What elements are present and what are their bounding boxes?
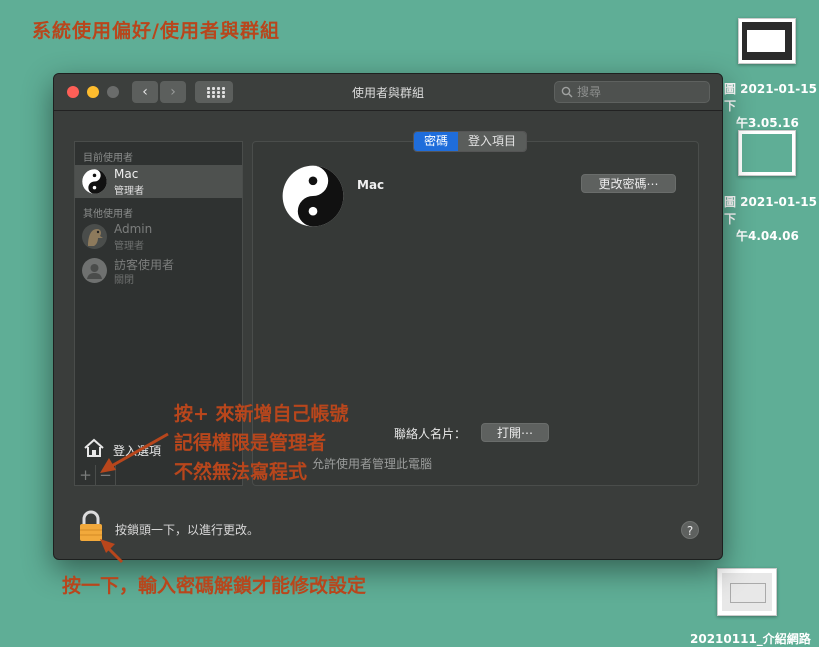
desktop-file-thumbnail-2[interactable] (738, 130, 796, 176)
remove-user-button[interactable]: − (96, 465, 116, 485)
other-users-header: 其他使用者 (83, 209, 133, 220)
yin-yang-avatar-icon (82, 169, 107, 194)
yin-yang-large-avatar-icon[interactable] (282, 165, 344, 227)
desktop-file-label-1[interactable]: 圖 2021-01-15 下 午3.05.16 (724, 80, 819, 131)
user-name: Admin (114, 222, 153, 236)
user-row-guest[interactable]: 訪客使用者 關閉 (75, 254, 242, 287)
user-row-mac[interactable]: Mac 管理者 (75, 165, 242, 198)
current-users-header: 目前使用者 (83, 153, 133, 164)
search-input[interactable] (577, 84, 705, 100)
desktop-file-label-2[interactable]: 圖 2021-01-15 下 午4.04.06 (724, 193, 819, 244)
desktop-file-thumbnail-1[interactable] (738, 18, 796, 64)
help-button[interactable]: ? (681, 521, 699, 539)
lock-hint-text: 按鎖頭一下，以進行更改。 (115, 523, 260, 537)
user-role: 關閉 (114, 275, 134, 286)
search-icon (561, 86, 573, 98)
user-name: Mac (114, 167, 139, 181)
open-contact-button[interactable]: 打開⋯ (481, 423, 549, 442)
users-groups-window: ‹ › 使用者與群組 目前使用者 (53, 73, 723, 560)
desktop-file-label-3[interactable]: 20210111_介紹網路 (690, 630, 819, 647)
lock-annotation: 按一下，輸入密碼解鎖才能修改設定 (62, 575, 367, 597)
login-options-label: 登入選項 (113, 444, 162, 458)
eagle-avatar-icon (82, 224, 107, 249)
add-user-button[interactable]: + (76, 465, 96, 485)
selected-user-name: Mac (357, 178, 385, 192)
annotation-title: 系統使用偏好/使用者與群組 (32, 20, 280, 42)
house-icon (84, 438, 104, 457)
change-password-button[interactable]: 更改密碼⋯ (581, 174, 676, 193)
user-row-admin[interactable]: Admin 管理者 (75, 220, 242, 253)
tab-login-items[interactable]: 登入項目 (458, 132, 527, 151)
user-role: 管理者 (114, 186, 144, 197)
search-field[interactable] (554, 81, 710, 103)
user-role: 管理者 (114, 241, 144, 252)
desktop-file-thumbnail-3[interactable] (717, 568, 777, 616)
contact-card-label: 聯絡人名片： (394, 427, 467, 441)
add-user-annotation: 按+ 來新增自己帳號 記得權限是管理者 不然無法寫程式 (174, 403, 349, 483)
guest-avatar-icon (82, 258, 107, 283)
tab-control: 密碼 登入項目 (413, 131, 528, 152)
title-bar: ‹ › 使用者與群組 (54, 74, 722, 111)
tab-password[interactable]: 密碼 (414, 132, 459, 151)
lock-icon[interactable] (78, 510, 104, 542)
